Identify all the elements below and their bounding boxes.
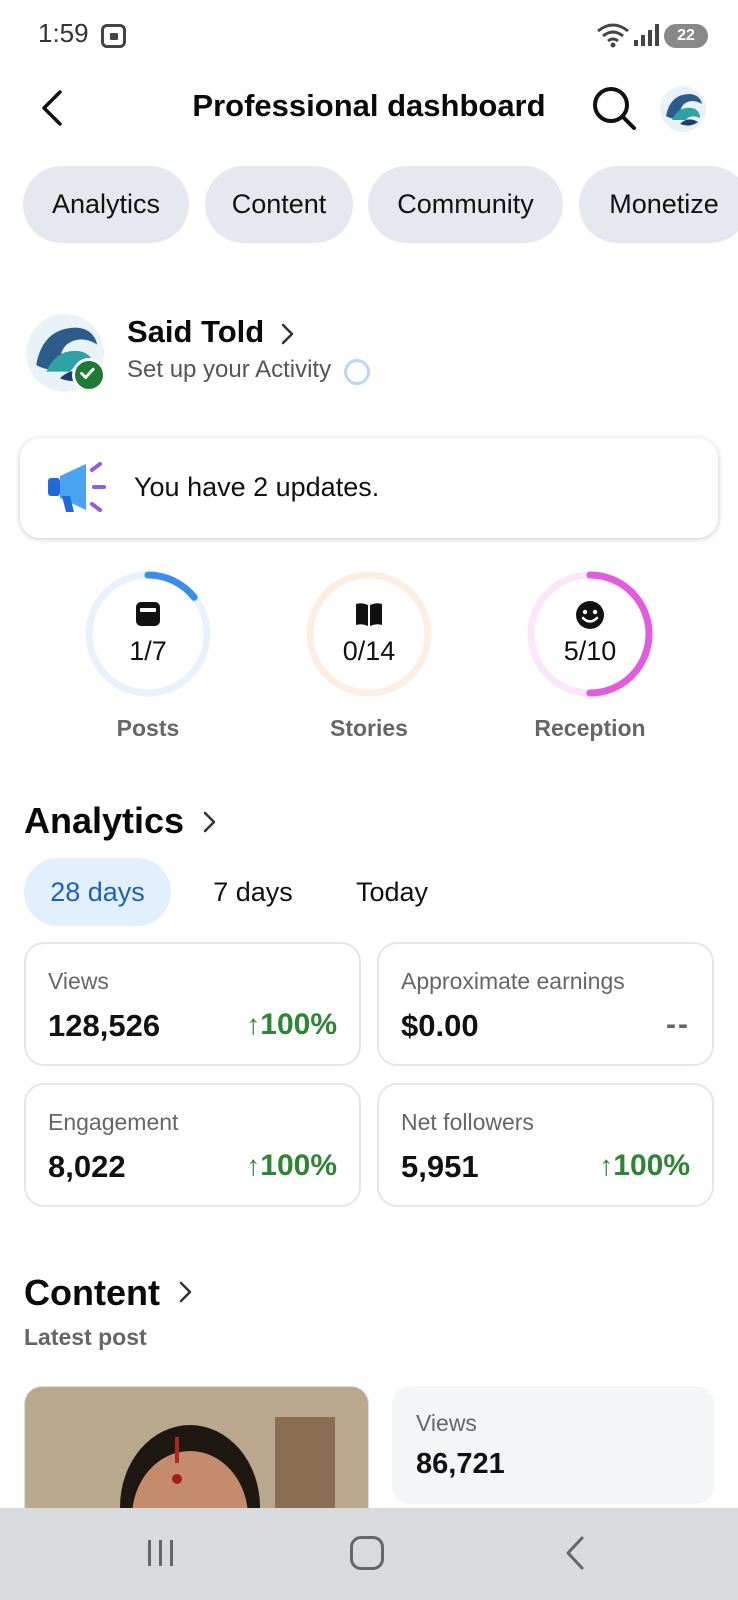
progress-ring-track xyxy=(306,571,432,697)
metric-value: 8,022 xyxy=(48,1149,126,1184)
tab-monetize[interactable]: Monetize xyxy=(579,166,738,243)
posts-progress-ring xyxy=(85,571,211,697)
reception-progress-label: Reception xyxy=(534,715,646,741)
updates-card[interactable]: You have 2 updates. xyxy=(20,438,718,538)
status-time: 1:59 xyxy=(38,18,89,48)
posts-progress-value: 1/7 xyxy=(129,636,167,666)
range-tab-7-days[interactable]: 7 days xyxy=(187,858,319,926)
verified-check-icon xyxy=(72,358,106,392)
progress-ring-icon xyxy=(344,359,370,385)
metric-card-engagement[interactable]: Engagement 8,022 ↑100% xyxy=(24,1083,361,1207)
recent-apps-icon[interactable] xyxy=(144,1536,178,1570)
updates-text: You have 2 updates. xyxy=(134,472,380,502)
system-nav-bar xyxy=(0,1508,738,1600)
home-icon[interactable] xyxy=(350,1536,384,1570)
profile-subtitle[interactable]: Set up your Activity xyxy=(127,356,331,384)
chevron-right-icon[interactable] xyxy=(200,808,220,836)
book-icon xyxy=(269,600,469,633)
chevron-right-icon[interactable] xyxy=(278,320,298,348)
profile-name[interactable]: Said Told xyxy=(127,314,264,350)
post-views-value: 86,721 xyxy=(416,1448,505,1480)
logo-wave-icon xyxy=(660,86,706,132)
reception-progress[interactable]: 5/10 Reception xyxy=(490,570,690,750)
megaphone-icon xyxy=(48,462,106,512)
metric-label: Net followers xyxy=(401,1109,534,1135)
metric-change: ↑100% xyxy=(246,1008,337,1041)
post-thumbnail-image xyxy=(25,1387,368,1515)
back-arrow-icon[interactable] xyxy=(34,86,74,130)
screenshot-icon xyxy=(101,24,126,48)
battery-indicator: 22 xyxy=(664,24,708,48)
latest-post-views-card[interactable]: Views 86,721 xyxy=(392,1386,714,1504)
stories-progress-ring xyxy=(306,571,432,697)
metric-value: $0.00 xyxy=(401,1008,479,1043)
metric-change: ↑100% xyxy=(246,1149,337,1182)
tab-analytics[interactable]: Analytics xyxy=(23,166,189,243)
tab-community[interactable]: Community xyxy=(368,166,563,243)
post-views-label: Views xyxy=(416,1410,477,1436)
metric-label: Approximate earnings xyxy=(401,968,625,994)
metric-value: 128,526 xyxy=(48,1008,161,1043)
chevron-right-icon[interactable] xyxy=(176,1278,196,1306)
profile-summary[interactable]: Said Told Set up your Activity xyxy=(24,312,714,394)
arrow-up-icon: ↑ xyxy=(599,1150,614,1181)
account-avatar[interactable] xyxy=(660,86,706,132)
metric-label: Engagement xyxy=(48,1109,179,1135)
latest-post-label: Latest post xyxy=(24,1324,147,1350)
system-back-icon[interactable] xyxy=(560,1534,590,1572)
latest-post-thumbnail[interactable] xyxy=(24,1386,369,1516)
metric-card-views[interactable]: Views 128,526 ↑100% xyxy=(24,942,361,1066)
metric-label: Views xyxy=(48,968,109,994)
posts-progress[interactable]: 1/7 Posts xyxy=(48,570,248,750)
smile-icon xyxy=(490,600,690,635)
post-icon xyxy=(48,600,248,633)
posts-progress-label: Posts xyxy=(116,715,180,741)
range-tab-today[interactable]: Today xyxy=(334,858,450,926)
tab-content[interactable]: Content xyxy=(205,166,353,243)
analytics-section-title[interactable]: Analytics xyxy=(24,800,184,842)
metric-change: -- xyxy=(666,1008,690,1041)
search-icon[interactable] xyxy=(590,84,638,132)
range-tab-28-days[interactable]: 28 days xyxy=(24,858,171,926)
reception-progress-value: 5/10 xyxy=(563,636,617,666)
metric-value: 5,951 xyxy=(401,1149,479,1184)
stories-progress-value: 0/14 xyxy=(342,636,396,666)
metric-change: ↑100% xyxy=(599,1149,690,1182)
arrow-up-icon: ↑ xyxy=(246,1009,261,1040)
top-app-bar: Professional dashboard xyxy=(0,72,738,144)
metric-card-net-followers[interactable]: Net followers 5,951 ↑100% xyxy=(377,1083,714,1207)
stories-progress[interactable]: 0/14 Stories xyxy=(269,570,469,750)
arrow-up-icon: ↑ xyxy=(246,1150,261,1181)
signal-icon xyxy=(634,24,659,46)
page-title: Professional dashboard xyxy=(192,88,546,123)
dashboard-tabs: Analytics Content Community Monetize xyxy=(0,166,738,244)
content-section-title[interactable]: Content xyxy=(24,1272,160,1314)
metric-card-earnings[interactable]: Approximate earnings $0.00 -- xyxy=(377,942,714,1066)
wifi-icon xyxy=(597,23,629,48)
status-bar: 1:59 22 xyxy=(0,0,738,72)
stories-progress-label: Stories xyxy=(330,715,408,741)
